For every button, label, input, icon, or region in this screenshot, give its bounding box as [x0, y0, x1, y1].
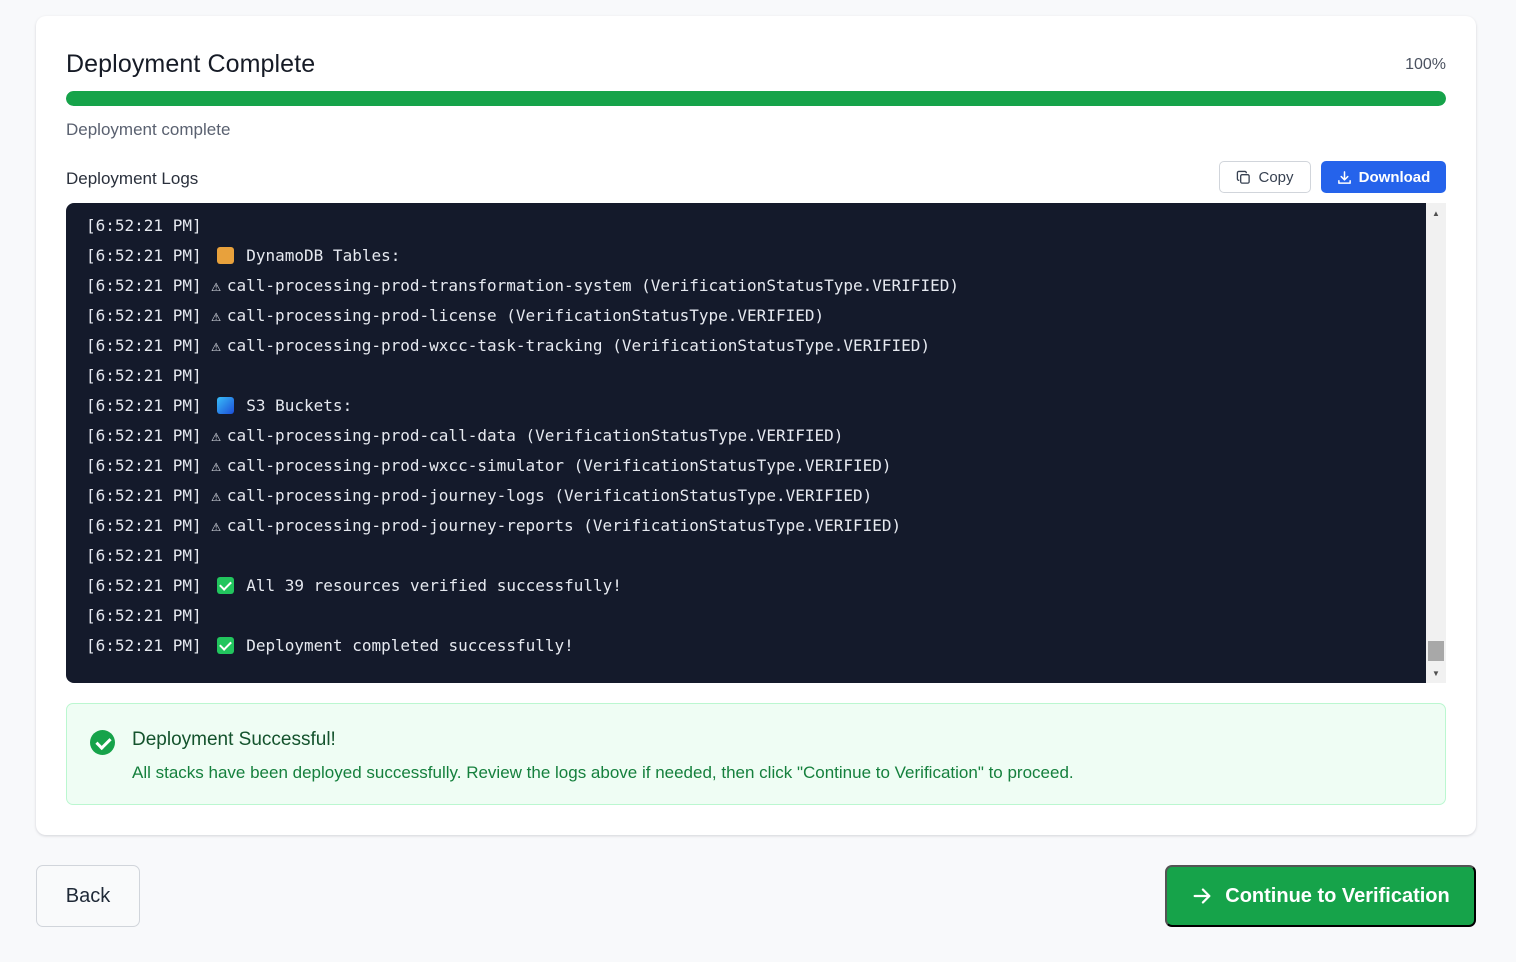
log-line: [6:52:21 PM] — [86, 211, 959, 241]
log-text: call-processing-prod-license (Verificati… — [226, 306, 825, 325]
warning-icon: ⚠ — [211, 516, 221, 535]
log-timestamp: [6:52:21 PM] — [86, 306, 202, 325]
warning-icon: ⚠ — [211, 276, 221, 295]
warning-icon: ⚠ — [211, 336, 221, 355]
progress-percent: 100% — [1405, 56, 1446, 73]
log-text: call-processing-prod-transformation-syst… — [226, 276, 959, 295]
log-timestamp: [6:52:21 PM] — [86, 486, 202, 505]
log-timestamp: [6:52:21 PM] — [86, 636, 202, 655]
log-text: DynamoDB Tables: — [246, 246, 401, 265]
continue-button-label: Continue to Verification — [1225, 884, 1450, 907]
warning-icon: ⚠ — [211, 486, 221, 505]
status-text: Deployment complete — [66, 120, 231, 139]
bucket-icon — [217, 397, 235, 414]
log-timestamp: [6:52:21 PM] — [86, 216, 202, 235]
warning-icon: ⚠ — [211, 456, 221, 475]
download-icon — [1337, 170, 1351, 184]
package-icon — [217, 247, 235, 264]
logs-label: Deployment Logs — [66, 169, 199, 188]
log-timestamp: [6:52:21 PM] — [86, 546, 202, 565]
log-text: call-processing-prod-wxcc-task-tracking … — [226, 336, 931, 355]
log-terminal[interactable]: [6:52:21 PM] [6:52:21 PM] DynamoDB Table… — [66, 203, 1446, 683]
success-title: Deployment Successful! — [132, 729, 336, 750]
log-timestamp: [6:52:21 PM] — [86, 396, 202, 415]
log-line: [6:52:21 PM] ⚠ call-processing-prod-journ… — [86, 481, 959, 511]
check-circle-icon — [90, 730, 115, 755]
log-line: [6:52:21 PM] ⚠ call-processing-prod-trans… — [86, 271, 959, 301]
progress-fill — [66, 91, 1446, 106]
log-line: [6:52:21 PM] ⚠ call-processing-prod-journ… — [86, 511, 959, 541]
log-timestamp: [6:52:21 PM] — [86, 516, 202, 535]
back-button[interactable]: Back — [36, 865, 140, 927]
log-line: [6:52:21 PM] ⚠ call-processing-prod-call-… — [86, 421, 959, 451]
log-timestamp: [6:52:21 PM] — [86, 336, 202, 355]
success-message: All stacks have been deployed successful… — [132, 763, 1074, 782]
arrow-right-icon — [1193, 888, 1211, 904]
log-text: call-processing-prod-wxcc-simulator (Ver… — [226, 456, 892, 475]
log-text: call-processing-prod-call-data (Verifica… — [226, 426, 844, 445]
log-line: [6:52:21 PM] All 39 resources verified s… — [86, 571, 959, 601]
log-timestamp: [6:52:21 PM] — [86, 606, 202, 625]
page-title: Deployment Complete — [66, 50, 316, 78]
copy-button[interactable]: Copy — [1219, 161, 1311, 193]
log-text: All 39 resources verified successfully! — [246, 576, 622, 595]
log-timestamp: [6:52:21 PM] — [86, 576, 202, 595]
log-timestamp: [6:52:21 PM] — [86, 276, 202, 295]
log-line: [6:52:21 PM] DynamoDB Tables: — [86, 241, 959, 271]
success-alert: Deployment Successful! All stacks have b… — [66, 703, 1446, 805]
check-icon — [217, 637, 235, 654]
download-button[interactable]: Download — [1321, 161, 1446, 193]
log-line: [6:52:21 PM] — [86, 601, 959, 631]
log-text: S3 Buckets: — [246, 396, 353, 415]
log-line: [6:52:21 PM] Deployment completed succes… — [86, 631, 959, 661]
scroll-up-arrow-icon[interactable]: ▲ — [1426, 203, 1446, 223]
log-lines: [6:52:21 PM] [6:52:21 PM] DynamoDB Table… — [86, 211, 959, 661]
warning-icon: ⚠ — [211, 306, 221, 325]
log-text: Deployment completed successfully! — [246, 636, 574, 655]
progress-bar — [66, 91, 1446, 106]
warning-icon: ⚠ — [211, 426, 221, 445]
check-icon — [217, 577, 235, 594]
log-line: [6:52:21 PM] ⚠ call-processing-prod-wxcc-… — [86, 331, 959, 361]
copy-button-label: Copy — [1258, 168, 1294, 186]
log-timestamp: [6:52:21 PM] — [86, 456, 202, 475]
log-text: call-processing-prod-journey-reports (Ve… — [226, 516, 902, 535]
log-line: [6:52:21 PM] — [86, 361, 959, 391]
continue-button[interactable]: Continue to Verification — [1165, 865, 1476, 927]
log-line: [6:52:21 PM] — [86, 541, 959, 571]
log-line: [6:52:21 PM] S3 Buckets: — [86, 391, 959, 421]
log-text: call-processing-prod-journey-logs (Verif… — [226, 486, 873, 505]
log-timestamp: [6:52:21 PM] — [86, 366, 202, 385]
deployment-card: Deployment Complete 100% Deployment comp… — [36, 16, 1476, 835]
log-timestamp: [6:52:21 PM] — [86, 246, 202, 265]
log-line: [6:52:21 PM] ⚠ call-processing-prod-licen… — [86, 301, 959, 331]
log-scrollbar[interactable]: ▲ ▼ — [1426, 203, 1446, 683]
copy-icon — [1237, 170, 1251, 184]
log-timestamp: [6:52:21 PM] — [86, 426, 202, 445]
download-button-label: Download — [1358, 168, 1431, 186]
scroll-thumb[interactable] — [1428, 641, 1444, 661]
log-line: [6:52:21 PM] ⚠ call-processing-prod-wxcc-… — [86, 451, 959, 481]
scroll-down-arrow-icon[interactable]: ▼ — [1426, 663, 1446, 683]
